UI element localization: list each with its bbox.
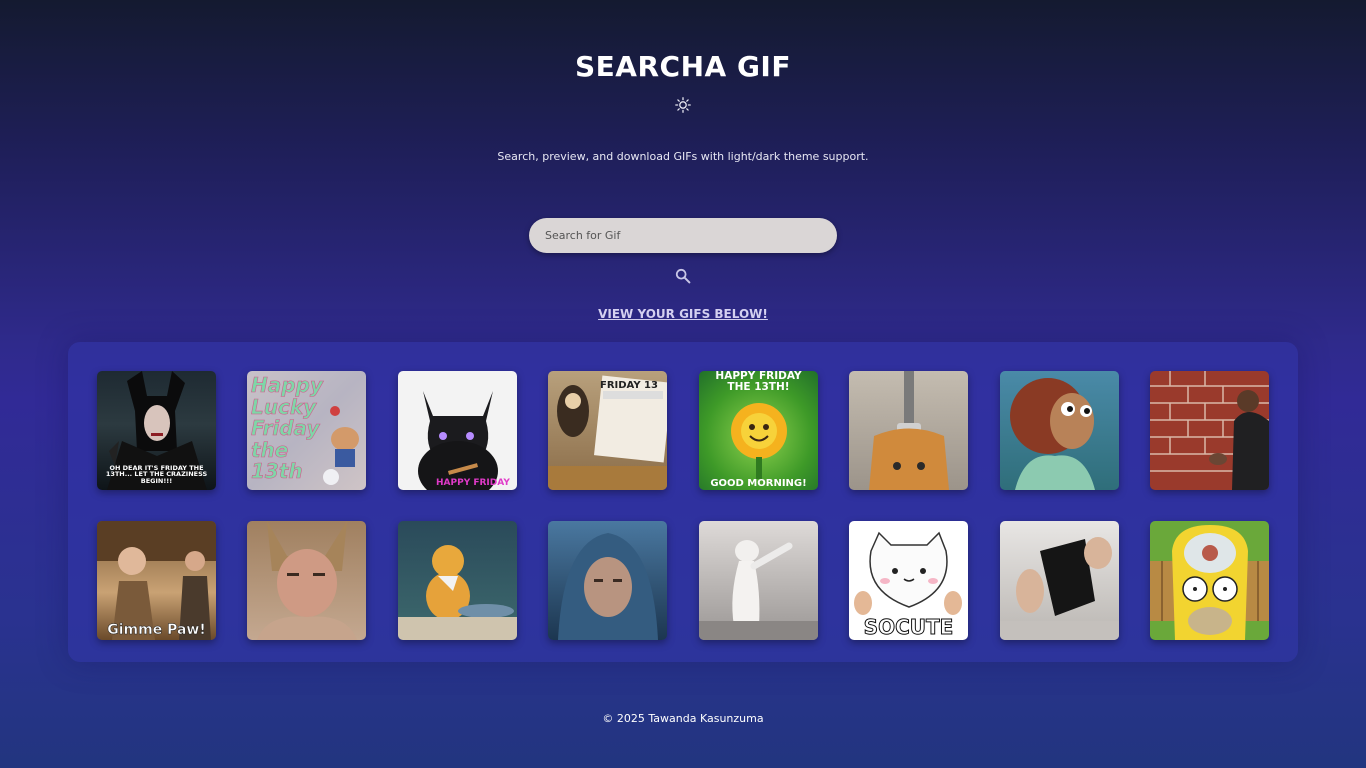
gif-caption: HAPPY FRIDAY THE 13TH! <box>715 371 802 394</box>
search-button[interactable] <box>672 265 694 287</box>
gif-card[interactable] <box>1150 521 1269 640</box>
gif-card[interactable] <box>1150 371 1269 490</box>
gif-card[interactable] <box>1000 521 1119 640</box>
theme-toggle-button[interactable] <box>672 94 694 116</box>
gif-preview-image <box>257 521 357 640</box>
search-icon <box>675 268 691 284</box>
gif-caption: FRIDAY 13 <box>600 380 658 391</box>
gif-preview-image <box>1150 371 1269 490</box>
gif-card[interactable] <box>849 371 968 490</box>
gif-preview-image <box>699 540 818 640</box>
gif-preview-image <box>1010 378 1095 490</box>
gif-card[interactable]: Happy Lucky Friday the 13th <box>247 371 366 490</box>
gif-card[interactable] <box>247 521 366 640</box>
gif-card[interactable]: HAPPY FRIDAY THE 13TH! GOOD MORNING! <box>699 371 818 490</box>
gif-card[interactable]: FRIDAY 13 <box>548 371 667 490</box>
gif-preview-image <box>1000 537 1119 640</box>
page-title: SEARCHA GIF <box>575 50 791 83</box>
gif-card[interactable] <box>398 521 517 640</box>
gif-card[interactable]: HAPPY FRIDAY <box>398 371 517 490</box>
search-input[interactable] <box>529 218 837 253</box>
gif-preview-image <box>558 533 658 640</box>
gif-preview-image <box>398 545 517 640</box>
sun-icon <box>675 97 691 113</box>
gif-card[interactable]: SOCUTE <box>849 521 968 640</box>
page-subtitle: Search, preview, and download GIFs with … <box>497 150 869 163</box>
gif-preview-image <box>323 406 359 485</box>
gif-card[interactable] <box>699 521 818 640</box>
gif-card[interactable]: OH DEAR IT'S FRIDAY THE 13TH... LET THE … <box>97 371 216 490</box>
gif-caption: HAPPY FRIDAY <box>436 477 510 488</box>
gif-caption: GOOD MORNING! <box>710 477 807 489</box>
gif-caption: SOCUTE <box>863 615 954 639</box>
footer-copyright: © 2025 Tawanda Kasunzuma <box>602 712 764 725</box>
gif-caption: OH DEAR IT'S FRIDAY THE 13TH... LET THE … <box>105 463 208 486</box>
gif-card[interactable] <box>548 521 667 640</box>
gif-card[interactable] <box>1000 371 1119 490</box>
view-gifs-link[interactable]: VIEW YOUR GIFS BELOW! <box>0 307 1366 321</box>
gif-preview-image <box>869 371 949 490</box>
gif-card[interactable]: Gimme Paw! <box>97 521 216 640</box>
gif-caption: Gimme Paw! <box>107 622 206 639</box>
gif-preview-image <box>1150 525 1269 640</box>
gif-preview-image <box>418 391 498 490</box>
